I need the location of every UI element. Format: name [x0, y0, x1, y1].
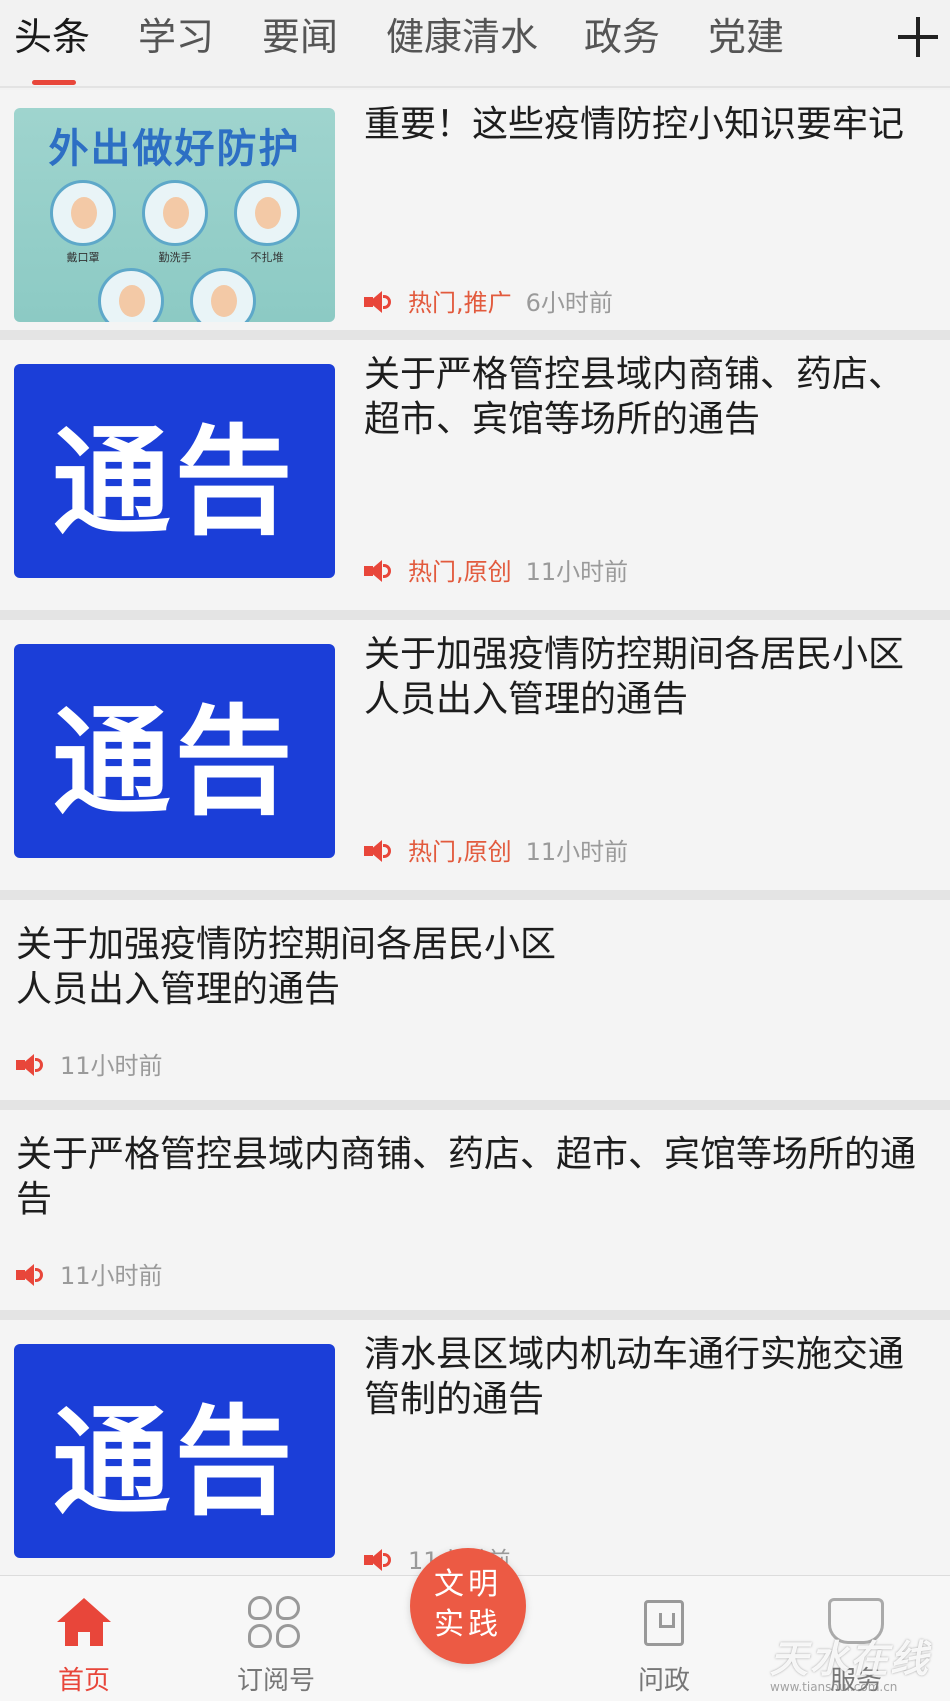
- center-button-line1: 文明: [434, 1567, 502, 1602]
- home-icon: [57, 1598, 111, 1648]
- tab-party-building[interactable]: 党建: [708, 12, 784, 62]
- divider: [0, 610, 950, 620]
- article-meta: 热门,原创 11小时前: [364, 557, 628, 587]
- article-meta: 热门,原创 11小时前: [364, 837, 628, 867]
- article-tags: 热门,原创: [408, 838, 512, 866]
- list-item[interactable]: 通告 关于加强疫情防控期间各居民小区人员出入管理的通告 热门,原创 11小时前: [0, 620, 950, 890]
- article-time: 11小时前: [525, 558, 629, 586]
- tab-news[interactable]: 要闻: [262, 12, 338, 62]
- no-crowd-icon: [234, 180, 300, 246]
- speaker-icon[interactable]: [364, 839, 391, 863]
- article-meta: 热门,推广 6小时前: [364, 288, 613, 318]
- poster-caption: 戴口罩: [66, 251, 100, 264]
- speaker-icon[interactable]: [16, 1263, 43, 1287]
- speaker-icon[interactable]: [364, 290, 391, 314]
- hand-wash-icon: [142, 180, 208, 246]
- nav-subscriptions[interactable]: 订阅号: [196, 1576, 356, 1701]
- notice-thumbnail-text: 通告: [52, 692, 297, 831]
- divider: [0, 1310, 950, 1320]
- article-title[interactable]: 清水县区域内机动车通行实施交通管制的通告: [364, 1332, 939, 1422]
- watermark-url: www.tianshui.com.cn: [770, 1680, 898, 1694]
- article-time: 6小时前: [525, 289, 613, 317]
- nav-inquiry[interactable]: 问政: [584, 1576, 744, 1701]
- subscriptions-icon: [248, 1596, 304, 1652]
- article-title[interactable]: 关于严格管控县域内商铺、药店、超市、宾馆等场所的通告: [364, 352, 939, 442]
- article-meta: 11小时前: [16, 1261, 163, 1291]
- list-item[interactable]: 通告 清水县区域内机动车通行实施交通管制的通告 11小时前: [0, 1320, 950, 1580]
- poster-caption: 勤洗手: [158, 251, 192, 264]
- list-item[interactable]: 关于加强疫情防控期间各居民小区 人员出入管理的通告 11小时前: [0, 900, 950, 1100]
- article-meta: 11小时前: [16, 1051, 163, 1081]
- tab-study[interactable]: 学习: [138, 12, 214, 62]
- article-thumbnail: 通告: [14, 1344, 335, 1558]
- bicycle-icon: [190, 268, 256, 322]
- article-title[interactable]: 关于加强疫情防控期间各居民小区 人员出入管理的通告: [16, 922, 916, 1012]
- article-title[interactable]: 关于加强疫情防控期间各居民小区人员出入管理的通告: [364, 632, 939, 722]
- poster-caption: 不扎堆: [250, 251, 284, 264]
- article-tags: 热门,原创: [408, 558, 512, 586]
- article-time: 11小时前: [60, 1262, 163, 1290]
- speaker-icon[interactable]: [16, 1053, 43, 1077]
- active-tab-indicator: [32, 80, 76, 85]
- article-tags: 热门,推广: [408, 289, 512, 317]
- divider: [0, 1100, 950, 1110]
- nav-subscriptions-label: 订阅号: [236, 1666, 315, 1696]
- speaker-icon[interactable]: [364, 1548, 391, 1572]
- sneeze-icon: [98, 268, 164, 322]
- tab-headlines[interactable]: 头条: [14, 12, 90, 62]
- add-channel-icon[interactable]: [896, 16, 940, 60]
- mask-icon: [50, 180, 116, 246]
- nav-inquiry-label: 问政: [637, 1666, 690, 1696]
- article-thumbnail: 通告: [14, 364, 335, 578]
- tab-healthy-qingshui[interactable]: 健康清水: [386, 12, 538, 62]
- nav-home[interactable]: 首页: [4, 1576, 164, 1701]
- nav-home-label: 首页: [57, 1666, 110, 1696]
- divider: [0, 330, 950, 340]
- article-time: 11小时前: [525, 838, 629, 866]
- article-time: 11小时前: [60, 1052, 163, 1080]
- article-title[interactable]: 关于严格管控县域内商铺、药店、超市、宾馆等场所的通告: [16, 1132, 916, 1222]
- article-thumbnail: 通告: [14, 644, 335, 858]
- center-button-line2: 实践: [434, 1607, 502, 1642]
- inquiry-icon: [644, 1600, 684, 1646]
- channel-tab-bar: 头条 学习 要闻 健康清水 政务 党建: [0, 0, 950, 88]
- divider: [0, 890, 950, 900]
- civilization-practice-button[interactable]: 文明 实践: [410, 1548, 526, 1664]
- tab-government[interactable]: 政务: [584, 12, 660, 62]
- notice-thumbnail-text: 通告: [52, 412, 297, 551]
- poster-title: 外出做好防护: [48, 126, 301, 172]
- article-title[interactable]: 重要！这些疫情防控小知识要牢记: [364, 102, 939, 147]
- article-thumbnail: 外出做好防护 戴口罩 勤洗手 不扎堆: [14, 108, 335, 322]
- list-item[interactable]: 通告 关于严格管控县域内商铺、药店、超市、宾馆等场所的通告 热门,原创 11小时前: [0, 340, 950, 610]
- speaker-icon[interactable]: [364, 559, 391, 583]
- list-item[interactable]: 关于严格管控县域内商铺、药店、超市、宾馆等场所的通告 11小时前: [0, 1110, 950, 1310]
- watermark-logo: 天水在线: [770, 1637, 931, 1681]
- list-item[interactable]: 外出做好防护 戴口罩 勤洗手 不扎堆 重要！这些疫情防控小知识要牢记 热门,推广…: [0, 90, 950, 330]
- notice-thumbnail-text: 通告: [52, 1392, 297, 1531]
